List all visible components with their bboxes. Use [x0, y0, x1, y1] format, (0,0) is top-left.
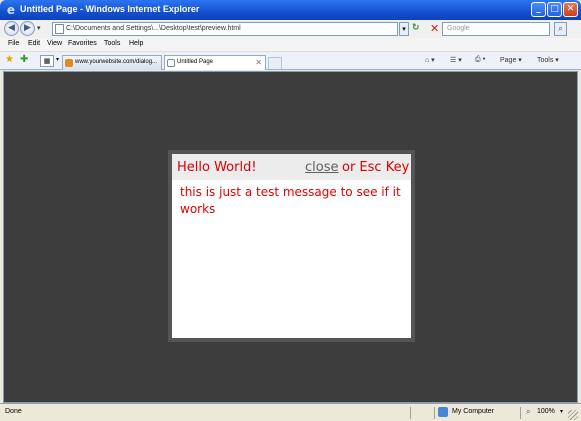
tab-close-icon[interactable]: ✕ — [255, 56, 262, 69]
status-divider — [434, 407, 435, 419]
tab-favicon-icon — [65, 59, 73, 67]
modal-esc-hint: or Esc Key — [342, 160, 410, 175]
menu-tools[interactable]: Tools — [104, 40, 120, 47]
tab-page-icon — [167, 59, 175, 67]
favorites-star-icon[interactable]: ★ — [5, 54, 14, 65]
modal-header: Hello World! close or Esc Key — [172, 154, 411, 180]
history-dropdown-icon[interactable]: ▾ — [37, 24, 41, 32]
tools-menu-button[interactable]: Tools ▾ — [537, 56, 559, 64]
forward-button[interactable]: ▶ — [20, 21, 35, 36]
refresh-icon[interactable]: ↻ — [412, 23, 420, 33]
address-row: ◀ ▶ ▾ C:\Documents and Settings\...\Desk… — [0, 20, 581, 38]
close-window-button[interactable]: ✕ — [563, 2, 578, 17]
quick-tabs-button[interactable]: ▦ — [40, 55, 54, 67]
search-input[interactable]: Google — [442, 22, 550, 36]
home-button[interactable]: ⌂ ▾ — [425, 56, 435, 64]
status-divider — [410, 407, 411, 419]
zoom-dropdown-icon[interactable]: ▾ — [560, 408, 563, 415]
status-divider — [520, 407, 521, 419]
modal-message: this is just a test message to see if it… — [180, 185, 401, 216]
address-url: C:\Documents and Settings\...\Desktop\te… — [66, 25, 241, 32]
maximize-button[interactable]: □ — [547, 2, 562, 17]
menu-bar: File Edit View Favorites Tools Help — [0, 38, 581, 52]
tab-label: Untitled Page — [177, 59, 214, 65]
security-zone-label[interactable]: My Computer — [452, 408, 494, 415]
print-button[interactable]: ⎙ ▾ — [475, 56, 486, 64]
modal-close-link[interactable]: close — [305, 160, 338, 175]
tab-untitled-page[interactable]: Untitled Page ✕ — [164, 55, 266, 70]
computer-zone-icon — [438, 407, 448, 417]
page-menu-button[interactable]: Page ▾ — [500, 56, 522, 64]
address-field[interactable]: C:\Documents and Settings\...\Desktop\te… — [52, 22, 398, 36]
new-tab-button[interactable] — [268, 57, 282, 69]
title-bar[interactable]: e Untitled Page - Windows Internet Explo… — [0, 0, 581, 20]
zoom-level[interactable]: 100% — [537, 408, 555, 415]
menu-favorites[interactable]: Favorites — [68, 40, 97, 47]
menu-view[interactable]: View — [47, 40, 62, 47]
modal-title: Hello World! — [177, 160, 257, 175]
modal-dialog: Hello World! close or Esc Key this is ju… — [168, 150, 415, 342]
stop-icon[interactable]: ✕ — [430, 22, 439, 35]
status-text: Done — [5, 408, 22, 415]
window-title: Untitled Page - Windows Internet Explore… — [20, 4, 200, 14]
page-icon — [55, 24, 64, 34]
tab-row: ★ ✚ ▦ ▾ www.yourwebsite.com/dialog... Un… — [0, 52, 581, 70]
menu-file[interactable]: File — [8, 40, 19, 47]
back-button[interactable]: ◀ — [4, 21, 19, 36]
tab-dialog[interactable]: www.yourwebsite.com/dialog... — [62, 55, 162, 70]
browser-window: e Untitled Page - Windows Internet Explo… — [0, 0, 581, 421]
feeds-button[interactable]: ☰ ▾ — [450, 56, 462, 64]
zoom-icon[interactable]: ⌕ — [526, 407, 530, 417]
menu-help[interactable]: Help — [129, 40, 143, 47]
minimize-button[interactable]: _ — [531, 2, 546, 17]
tab-list-dropdown-icon[interactable]: ▾ — [56, 56, 59, 63]
ie-logo-icon: e — [6, 3, 16, 17]
menu-edit[interactable]: Edit — [28, 40, 40, 47]
add-favorites-icon[interactable]: ✚ — [20, 54, 28, 65]
resize-grip-icon[interactable] — [568, 410, 578, 420]
status-bar: Done My Computer ⌕ 100% ▾ — [0, 403, 581, 421]
tab-label: www.yourwebsite.com/dialog... — [75, 59, 158, 65]
page-overlay[interactable]: Hello World! close or Esc Key this is ju… — [3, 71, 578, 403]
search-button[interactable]: ⌕ — [554, 22, 567, 36]
address-dropdown-button[interactable]: ▾ — [399, 22, 409, 36]
